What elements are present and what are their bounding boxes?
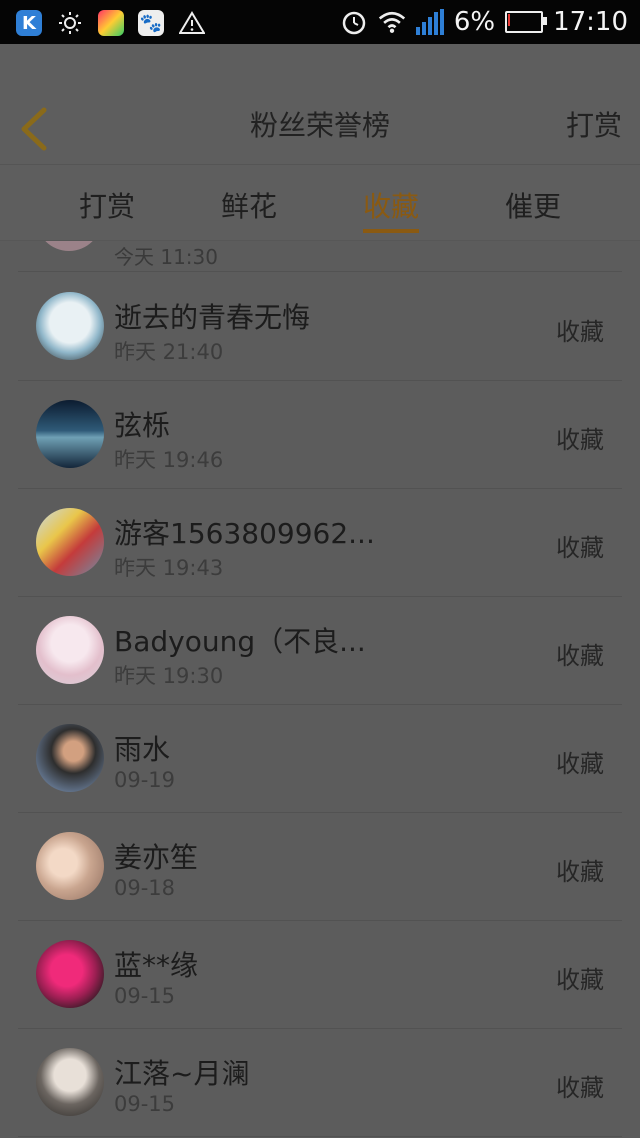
list-item-name: 江落~月澜 [114,1057,250,1090]
clock: 17:10 [553,7,628,37]
status-bar-right: 6% 17:10 [340,4,628,40]
avatar [36,508,104,576]
battery-percent: 6% [453,7,496,37]
avatar [36,616,104,684]
list-item-action: 收藏 [556,318,604,346]
list-item[interactable]: 姜亦笙 09-18 收藏 [18,812,622,921]
brightness-icon [56,9,84,37]
avatar [36,1048,104,1116]
list-item[interactable]: 弦栎 昨天 19:46 收藏 [18,380,622,489]
list-item-time: 09-19 [114,768,176,792]
avatar [36,940,104,1008]
status-bar: K 🐾 6% 17:10 [0,0,640,44]
active-tab-indicator [363,229,419,233]
avatar [36,400,104,468]
list-item-name: Badyoung（不良... [114,625,366,658]
list-item-name: 弦栎 [114,409,171,442]
list-item-action: 收藏 [556,642,604,670]
list-item[interactable]: 蓝**缘 09-15 收藏 [18,920,622,1029]
list-item[interactable]: Badyoung（不良... 昨天 19:30 收藏 [18,596,622,705]
list-item-partial[interactable]: 今天 11:30 [18,241,622,272]
list-item-name: 游客1563809962... [114,517,375,550]
list-item-name: 逝去的青春无悔 [114,301,311,334]
tab-favorites[interactable]: 收藏 [363,185,419,225]
list-item-action: 收藏 [556,534,604,562]
list-item-action: 收藏 [556,966,604,994]
list-item-time: 昨天 19:43 [114,556,224,580]
list-item-action: 收藏 [556,750,604,778]
status-bar-left: K 🐾 [16,8,206,38]
list-item-name: 雨水 [114,733,171,766]
avatar [36,292,104,360]
list-item-time: 09-15 [114,1092,176,1116]
list-item[interactable]: 游客1563809962... 昨天 19:43 收藏 [18,488,622,597]
list-item-action: 收藏 [556,858,604,886]
list-item-name: 姜亦笙 [114,841,199,874]
alarm-icon [340,8,368,36]
fans-list[interactable]: 今天 11:30 逝去的青春无悔 昨天 21:40 收藏 弦栎 昨天 19:46… [0,241,640,1138]
list-item-time: 09-18 [114,876,176,900]
list-item-action: 收藏 [556,1074,604,1102]
tab-flowers[interactable]: 鲜花 [221,185,277,225]
list-item-time: 今天 11:30 [114,245,218,269]
list-item-time: 09-15 [114,984,176,1008]
list-item[interactable]: 江落~月澜 09-15 收藏 [18,1028,622,1137]
list-item[interactable]: 雨水 09-19 收藏 [18,704,622,813]
list-item-time: 昨天 19:30 [114,664,224,688]
avatar [36,832,104,900]
list-item-action: 收藏 [556,426,604,454]
warning-icon [178,9,206,37]
signal-icon [415,9,444,35]
k-app-icon: K [16,10,42,36]
list-item-time: 昨天 19:46 [114,448,224,472]
tab-reward[interactable]: 打赏 [79,185,135,225]
paw-icon: 🐾 [138,10,164,36]
page-title: 粉丝荣誉榜 [249,109,390,142]
shopping-bag-icon [98,10,124,36]
battery-icon [505,11,548,33]
avatar [36,241,102,251]
avatar [36,724,104,792]
header: 粉丝荣誉榜 打赏 [0,44,640,165]
tab-bar: 打赏 鲜花 收藏 催更 [0,165,640,241]
wifi-icon [378,8,406,36]
tab-urge[interactable]: 催更 [505,185,561,225]
battery-level-fill [508,14,511,26]
list-item-name: 蓝**缘 [114,949,199,982]
list-item[interactable]: 逝去的青春无悔 昨天 21:40 收藏 [18,272,622,381]
reward-button[interactable]: 打赏 [566,104,622,144]
list-item-time: 昨天 21:40 [114,340,224,364]
